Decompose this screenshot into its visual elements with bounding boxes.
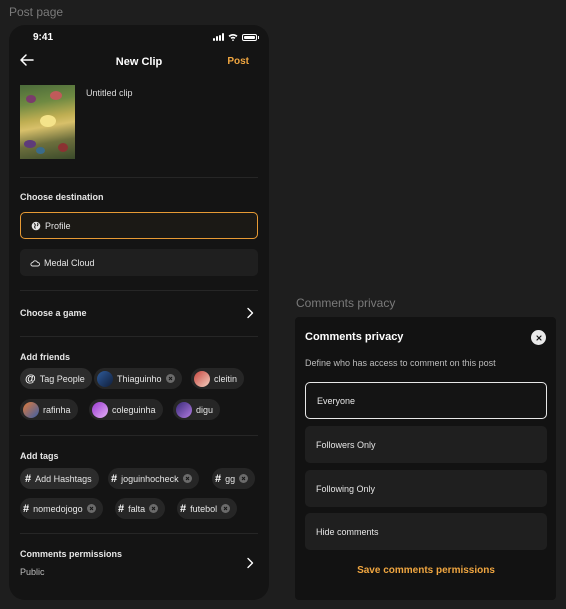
- friend-chip[interactable]: rafinha: [20, 399, 78, 420]
- avatar: [194, 370, 210, 387]
- choose-game-label: Choose a game: [20, 308, 87, 318]
- friend-chip[interactable]: cleitin: [191, 368, 245, 389]
- nav-bar: New Clip Post: [9, 50, 269, 74]
- hash-icon: #: [23, 502, 30, 515]
- status-bar: 9:41: [9, 31, 269, 45]
- add-hashtags-label: Add Hashtags: [35, 473, 92, 484]
- frame-label-comments-privacy: Comments privacy: [296, 296, 396, 310]
- tag-name: gg: [225, 473, 236, 484]
- hash-icon: #: [111, 472, 118, 485]
- battery-icon: [242, 33, 259, 41]
- privacy-option-label: Following Only: [316, 483, 376, 494]
- privacy-option-label: Followers Only: [316, 439, 376, 450]
- divider: [20, 533, 258, 534]
- panel-description: Define who has access to comment on this…: [305, 358, 496, 368]
- post-page-phone: 9:41 New Clip Post Untitled clip Choose …: [9, 25, 269, 600]
- avatar: [176, 401, 192, 418]
- destination-option-profile[interactable]: Profile: [20, 212, 258, 239]
- privacy-option-label: Hide comments: [316, 526, 379, 537]
- panel-title: Comments privacy: [305, 331, 404, 343]
- close-button[interactable]: [531, 330, 546, 345]
- remove-icon[interactable]: [149, 504, 159, 513]
- tag-chip[interactable]: # joguinhocheck: [108, 468, 199, 489]
- remove-icon[interactable]: [165, 374, 175, 383]
- comments-permissions-title: Comments permissions: [20, 549, 123, 559]
- clip-thumbnail[interactable]: [20, 85, 75, 159]
- friend-chip[interactable]: digu: [173, 399, 221, 420]
- avatar: [92, 401, 108, 418]
- tag-name: futebol: [190, 503, 218, 514]
- tag-people-button[interactable]: @ Tag People: [20, 368, 92, 389]
- privacy-option-label: Everyone: [317, 395, 356, 406]
- privacy-option-hide-comments[interactable]: Hide comments: [305, 513, 547, 550]
- tag-chip[interactable]: # futebol: [177, 498, 238, 519]
- destination-section-title: Choose destination: [20, 192, 104, 202]
- frame-label-post-page: Post page: [9, 5, 64, 19]
- tag-name: joguinhocheck: [121, 473, 179, 484]
- friend-name: digu: [196, 404, 214, 415]
- save-comments-permissions-button[interactable]: Save comments permissions: [305, 565, 547, 576]
- cloud-icon: [30, 259, 40, 266]
- avatar: [23, 401, 39, 418]
- tag-name: falta: [128, 503, 146, 514]
- choose-game-row[interactable]: Choose a game: [20, 301, 258, 325]
- chevron-right-icon: [247, 557, 254, 569]
- privacy-option-following-only[interactable]: Following Only: [305, 470, 547, 507]
- hash-icon: #: [118, 502, 125, 515]
- hash-icon: #: [215, 472, 222, 485]
- friend-name: Thiaguinho: [117, 373, 162, 384]
- avatar: [97, 370, 113, 387]
- hash-icon: #: [25, 472, 32, 485]
- add-hashtags-button[interactable]: # Add Hashtags: [20, 468, 99, 489]
- post-button[interactable]: Post: [227, 56, 249, 67]
- globe-icon: [31, 221, 41, 230]
- destination-option-medal-cloud[interactable]: Medal Cloud: [20, 249, 258, 276]
- remove-icon[interactable]: [86, 504, 96, 513]
- destination-option-label: Profile: [45, 220, 71, 231]
- tag-chip[interactable]: # nomedojogo: [20, 498, 103, 519]
- privacy-option-followers-only[interactable]: Followers Only: [305, 426, 547, 463]
- remove-icon[interactable]: [182, 474, 192, 483]
- divider: [20, 177, 258, 178]
- tag-people-label: Tag People: [39, 373, 85, 384]
- comments-permissions-value: Public: [20, 567, 45, 577]
- friend-chip[interactable]: coleguinha: [89, 399, 163, 420]
- friend-name: cleitin: [214, 373, 238, 384]
- at-icon: @: [25, 372, 36, 385]
- friend-chip[interactable]: Thiaguinho: [94, 368, 182, 389]
- tags-section-title: Add tags: [20, 451, 59, 461]
- comments-permissions-row[interactable]: Comments permissions Public: [20, 545, 258, 585]
- close-icon: [535, 334, 542, 341]
- divider: [20, 336, 258, 337]
- remove-icon[interactable]: [221, 504, 231, 513]
- status-time: 9:41: [33, 32, 54, 43]
- signal-icon: [213, 33, 224, 41]
- chevron-right-icon: [247, 307, 254, 319]
- clip-title[interactable]: Untitled clip: [86, 88, 133, 98]
- friend-name: rafinha: [43, 404, 71, 415]
- tag-chip[interactable]: # falta: [115, 498, 166, 519]
- hash-icon: #: [180, 502, 187, 515]
- wifi-icon: [228, 33, 238, 41]
- tag-chip[interactable]: # gg: [212, 468, 256, 489]
- remove-icon[interactable]: [239, 474, 249, 483]
- friends-section-title: Add friends: [20, 352, 71, 362]
- privacy-option-everyone[interactable]: Everyone: [305, 382, 547, 419]
- comments-privacy-panel: Comments privacy Define who has access t…: [295, 317, 556, 600]
- divider: [20, 290, 258, 291]
- destination-option-label: Medal Cloud: [44, 257, 95, 268]
- status-icons: [213, 33, 259, 41]
- tag-name: nomedojogo: [33, 503, 83, 514]
- divider: [20, 435, 258, 436]
- friend-name: coleguinha: [112, 404, 156, 415]
